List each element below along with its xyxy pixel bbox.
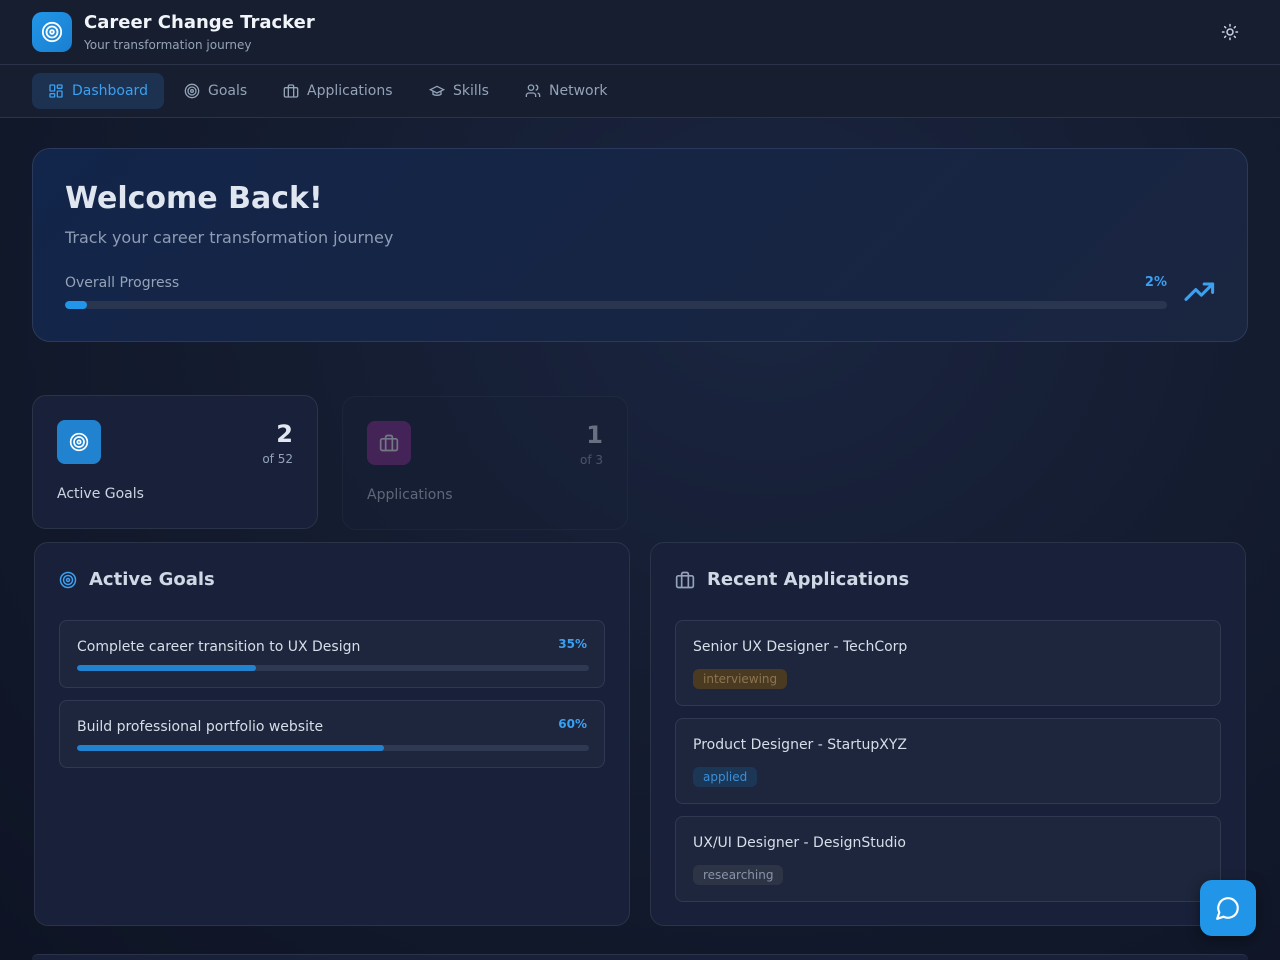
recent-applications-panel: Recent Applications Senior UX Designer -… — [650, 542, 1246, 926]
overall-progress-value: 2% — [1144, 275, 1167, 290]
goal-progress-fill — [77, 665, 257, 671]
graduation-cap-icon — [429, 85, 445, 96]
application-title: Senior UX Designer - TechCorp — [693, 639, 908, 655]
briefcase-icon — [367, 421, 411, 465]
status-badge: applied — [693, 767, 758, 787]
tab-dashboard[interactable]: Dashboard — [32, 73, 164, 109]
panel-title: Recent Applications — [675, 569, 909, 590]
application-title: UX/UI Designer - DesignStudio — [693, 835, 906, 851]
tab-goals[interactable]: Goals — [168, 73, 263, 109]
stat-card-active-goals[interactable]: 2 of 52 Active Goals — [32, 395, 318, 529]
chat-button[interactable] — [1200, 880, 1256, 936]
app-header: Career Change Tracker Your transformatio… — [0, 0, 1280, 65]
goal-progress-bar — [77, 745, 589, 751]
goal-title: Build professional portfolio website — [77, 719, 324, 735]
tab-label: Skills — [453, 83, 489, 99]
target-icon — [57, 420, 101, 464]
welcome-subtitle: Track your career transformation journey — [65, 228, 394, 247]
app-subtitle: Your transformation journey — [84, 38, 252, 52]
stat-label: Applications — [367, 487, 453, 503]
tab-label: Dashboard — [72, 83, 148, 99]
goal-percent: 35% — [558, 637, 587, 651]
welcome-title: Welcome Back! — [65, 181, 323, 216]
tab-network[interactable]: Network — [509, 73, 623, 109]
tab-skills[interactable]: Skills — [413, 73, 505, 109]
status-badge: interviewing — [693, 669, 788, 689]
next-section-edge — [32, 954, 1248, 960]
stat-value: 2 — [276, 420, 293, 448]
goal-item[interactable]: Complete career transition to UX Design … — [59, 620, 605, 688]
active-goals-panel: Active Goals Complete career transition … — [34, 542, 630, 926]
overall-progress-label: Overall Progress — [65, 275, 180, 291]
stat-card-applications[interactable]: 1 of 3 Applications — [342, 396, 628, 530]
target-icon[interactable] — [32, 12, 72, 52]
panel-title-text: Active Goals — [89, 569, 215, 590]
stat-value: 1 — [586, 421, 603, 449]
trending-up-icon — [1183, 277, 1217, 305]
panel-title: Active Goals — [59, 569, 215, 590]
application-title: Product Designer - StartupXYZ — [693, 737, 907, 753]
target-icon — [184, 83, 200, 99]
tab-applications[interactable]: Applications — [267, 73, 409, 109]
briefcase-icon — [283, 84, 299, 98]
panel-title-text: Recent Applications — [707, 569, 910, 590]
dashboard-icon — [49, 84, 63, 98]
goal-item[interactable]: Build professional portfolio website 60% — [59, 700, 605, 768]
tab-label: Goals — [208, 83, 248, 99]
stat-label: Active Goals — [57, 486, 144, 502]
application-item[interactable]: Product Designer - StartupXYZ applied — [675, 718, 1221, 804]
chat-bubble-icon — [1216, 897, 1239, 920]
welcome-card: Welcome Back! Track your career transfor… — [32, 148, 1248, 342]
stat-total: of 52 — [262, 452, 293, 466]
main-nav: Dashboard Goals Applications Skills Netw… — [0, 65, 1280, 118]
overall-progress-fill — [65, 301, 88, 309]
goal-progress-bar — [77, 665, 589, 671]
tab-label: Applications — [307, 83, 393, 99]
application-item[interactable]: UX/UI Designer - DesignStudio researchin… — [675, 816, 1221, 902]
briefcase-icon — [675, 571, 695, 588]
app-title: Career Change Tracker — [84, 12, 315, 33]
status-badge: researching — [693, 865, 784, 885]
goal-title: Complete career transition to UX Design — [77, 639, 361, 655]
target-icon — [59, 571, 77, 588]
tab-label: Network — [549, 83, 608, 99]
sun-icon[interactable] — [1218, 20, 1242, 44]
users-icon — [525, 84, 541, 97]
stat-total: of 3 — [579, 453, 603, 467]
goal-percent: 60% — [558, 717, 587, 731]
overall-progress-bar — [65, 301, 1167, 309]
goal-progress-fill — [77, 745, 385, 751]
application-item[interactable]: Senior UX Designer - TechCorp interviewi… — [675, 620, 1221, 706]
